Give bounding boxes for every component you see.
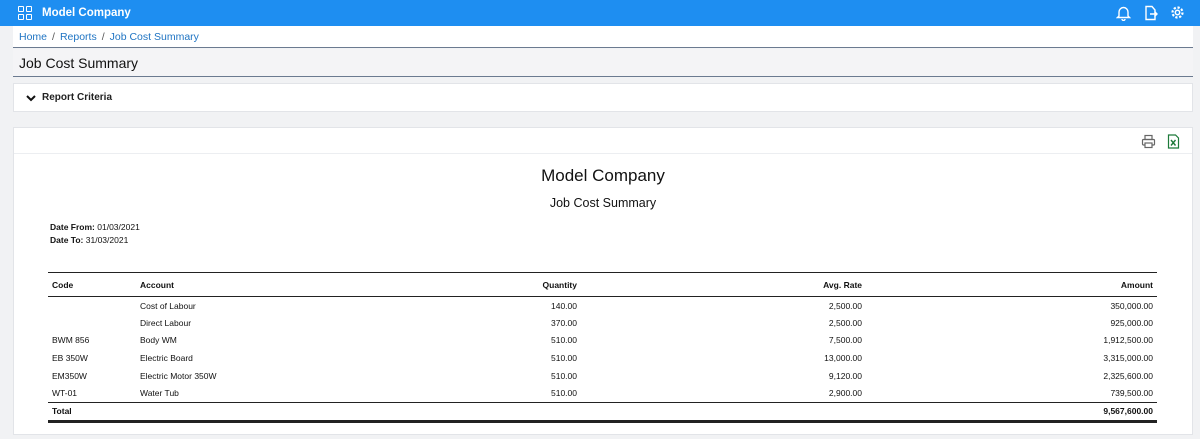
- date-to-label: Date To:: [50, 235, 84, 245]
- table-total-row: Total 9,567,600.00: [48, 401, 1157, 423]
- report-company: Model Company: [541, 166, 665, 185]
- table-row: BWM 856 Body WM 510.00 7,500.00 1,912,50…: [48, 332, 1157, 350]
- cell-code: [48, 314, 136, 332]
- cell-amount: 350,000.00: [1110, 300, 1153, 311]
- table-row: Direct Labour 370.00 2,500.00 925,000.00: [48, 314, 1157, 332]
- cell-account: Electric Board: [140, 353, 193, 364]
- company-name[interactable]: Model Company: [42, 7, 131, 19]
- total-empty: [436, 401, 581, 423]
- report-toolbar: [14, 128, 1192, 154]
- report-panel: Model Company Job Cost Summary Date From…: [13, 127, 1193, 435]
- cell-account: Body WM: [140, 335, 177, 346]
- table-row: EM350W Electric Motor 350W 510.00 9,120.…: [48, 367, 1157, 385]
- page-title-bar: Job Cost Summary: [13, 49, 1193, 77]
- chevron-down-icon: [26, 94, 36, 101]
- breadcrumb: Home / Reports / Job Cost Summary: [13, 26, 1193, 48]
- total-label: Total: [48, 401, 136, 423]
- report-table: Code Account Quantity Avg. Rate Amount C…: [48, 272, 1157, 423]
- col-account: Account: [136, 272, 436, 297]
- cell-quantity: 510.00: [551, 335, 577, 346]
- cell-account: Cost of Labour: [140, 300, 196, 311]
- cell-account: Water Tub: [140, 388, 179, 399]
- top-bar: Model Company: [0, 0, 1200, 26]
- table-header-row: Code Account Quantity Avg. Rate Amount: [48, 272, 1157, 297]
- cell-rate: 2,900.00: [828, 388, 862, 399]
- print-icon[interactable]: [1141, 134, 1156, 149]
- cell-rate: 7,500.00: [828, 335, 862, 346]
- cell-quantity: 510.00: [551, 353, 577, 364]
- breadcrumb-current[interactable]: Job Cost Summary: [110, 31, 199, 43]
- cell-amount: 3,315,000.00: [1103, 353, 1153, 364]
- col-avg-rate: Avg. Rate: [581, 272, 866, 297]
- date-from-label: Date From:: [50, 222, 95, 232]
- total-empty: [136, 401, 436, 423]
- page-title: Job Cost Summary: [19, 54, 139, 71]
- table-row: Cost of Labour 140.00 2,500.00 350,000.0…: [48, 297, 1157, 315]
- cell-code: [48, 297, 136, 315]
- breadcrumb-separator: /: [52, 30, 55, 43]
- report-criteria-toggle[interactable]: Report Criteria: [13, 83, 1193, 112]
- cell-code: BWM 856: [52, 335, 90, 346]
- cell-rate: 2,500.00: [828, 317, 862, 328]
- cell-amount: 739,500.00: [1110, 388, 1153, 399]
- date-from-value: 01/03/2021: [97, 222, 140, 232]
- report-title: Job Cost Summary: [549, 196, 657, 210]
- table-row: WT-01 Water Tub 510.00 2,900.00 739,500.…: [48, 384, 1157, 402]
- cell-code: EB 350W: [52, 353, 88, 364]
- col-amount: Amount: [866, 272, 1157, 297]
- breadcrumb-separator: /: [101, 30, 105, 43]
- cell-quantity: 510.00: [551, 370, 577, 381]
- excel-icon[interactable]: [1166, 134, 1181, 149]
- total-empty: [581, 401, 866, 423]
- cell-quantity: 140.00: [551, 300, 577, 311]
- apps-grid-icon[interactable]: [18, 6, 32, 20]
- cell-quantity: 370.00: [551, 317, 577, 328]
- cell-code: WT-01: [52, 388, 78, 399]
- date-to-value: 31/03/2021: [85, 235, 129, 245]
- top-icons: [1115, 4, 1186, 21]
- breadcrumb-home[interactable]: Home: [19, 31, 47, 43]
- report-criteria-label: Report Criteria: [42, 92, 113, 103]
- cell-rate: 2,500.00: [828, 300, 862, 311]
- col-quantity: Quantity: [436, 272, 581, 297]
- cell-amount: 925,000.00: [1110, 317, 1153, 328]
- cell-amount: 1,912,500.00: [1103, 335, 1153, 346]
- report-dates: Date From: 01/03/2021 Date To: 31/03/202…: [50, 221, 140, 247]
- export-icon[interactable]: [1142, 4, 1159, 21]
- cell-amount: 2,325,600.00: [1103, 370, 1153, 381]
- bell-icon[interactable]: [1115, 4, 1132, 21]
- table-row: EB 350W Electric Board 510.00 13,000.00 …: [48, 349, 1157, 367]
- cell-quantity: 510.00: [551, 388, 577, 399]
- cell-rate: 9,120.00: [828, 370, 862, 381]
- total-amount: 9,567,600.00: [866, 401, 1157, 423]
- col-code: Code: [48, 272, 136, 297]
- cell-code: EM350W: [52, 370, 87, 381]
- breadcrumb-reports[interactable]: Reports: [60, 31, 97, 43]
- cell-account: Direct Labour: [140, 317, 192, 328]
- gear-icon[interactable]: [1169, 4, 1186, 21]
- cell-account: Electric Motor 350W: [140, 370, 217, 381]
- cell-rate: 13,000.00: [824, 353, 862, 364]
